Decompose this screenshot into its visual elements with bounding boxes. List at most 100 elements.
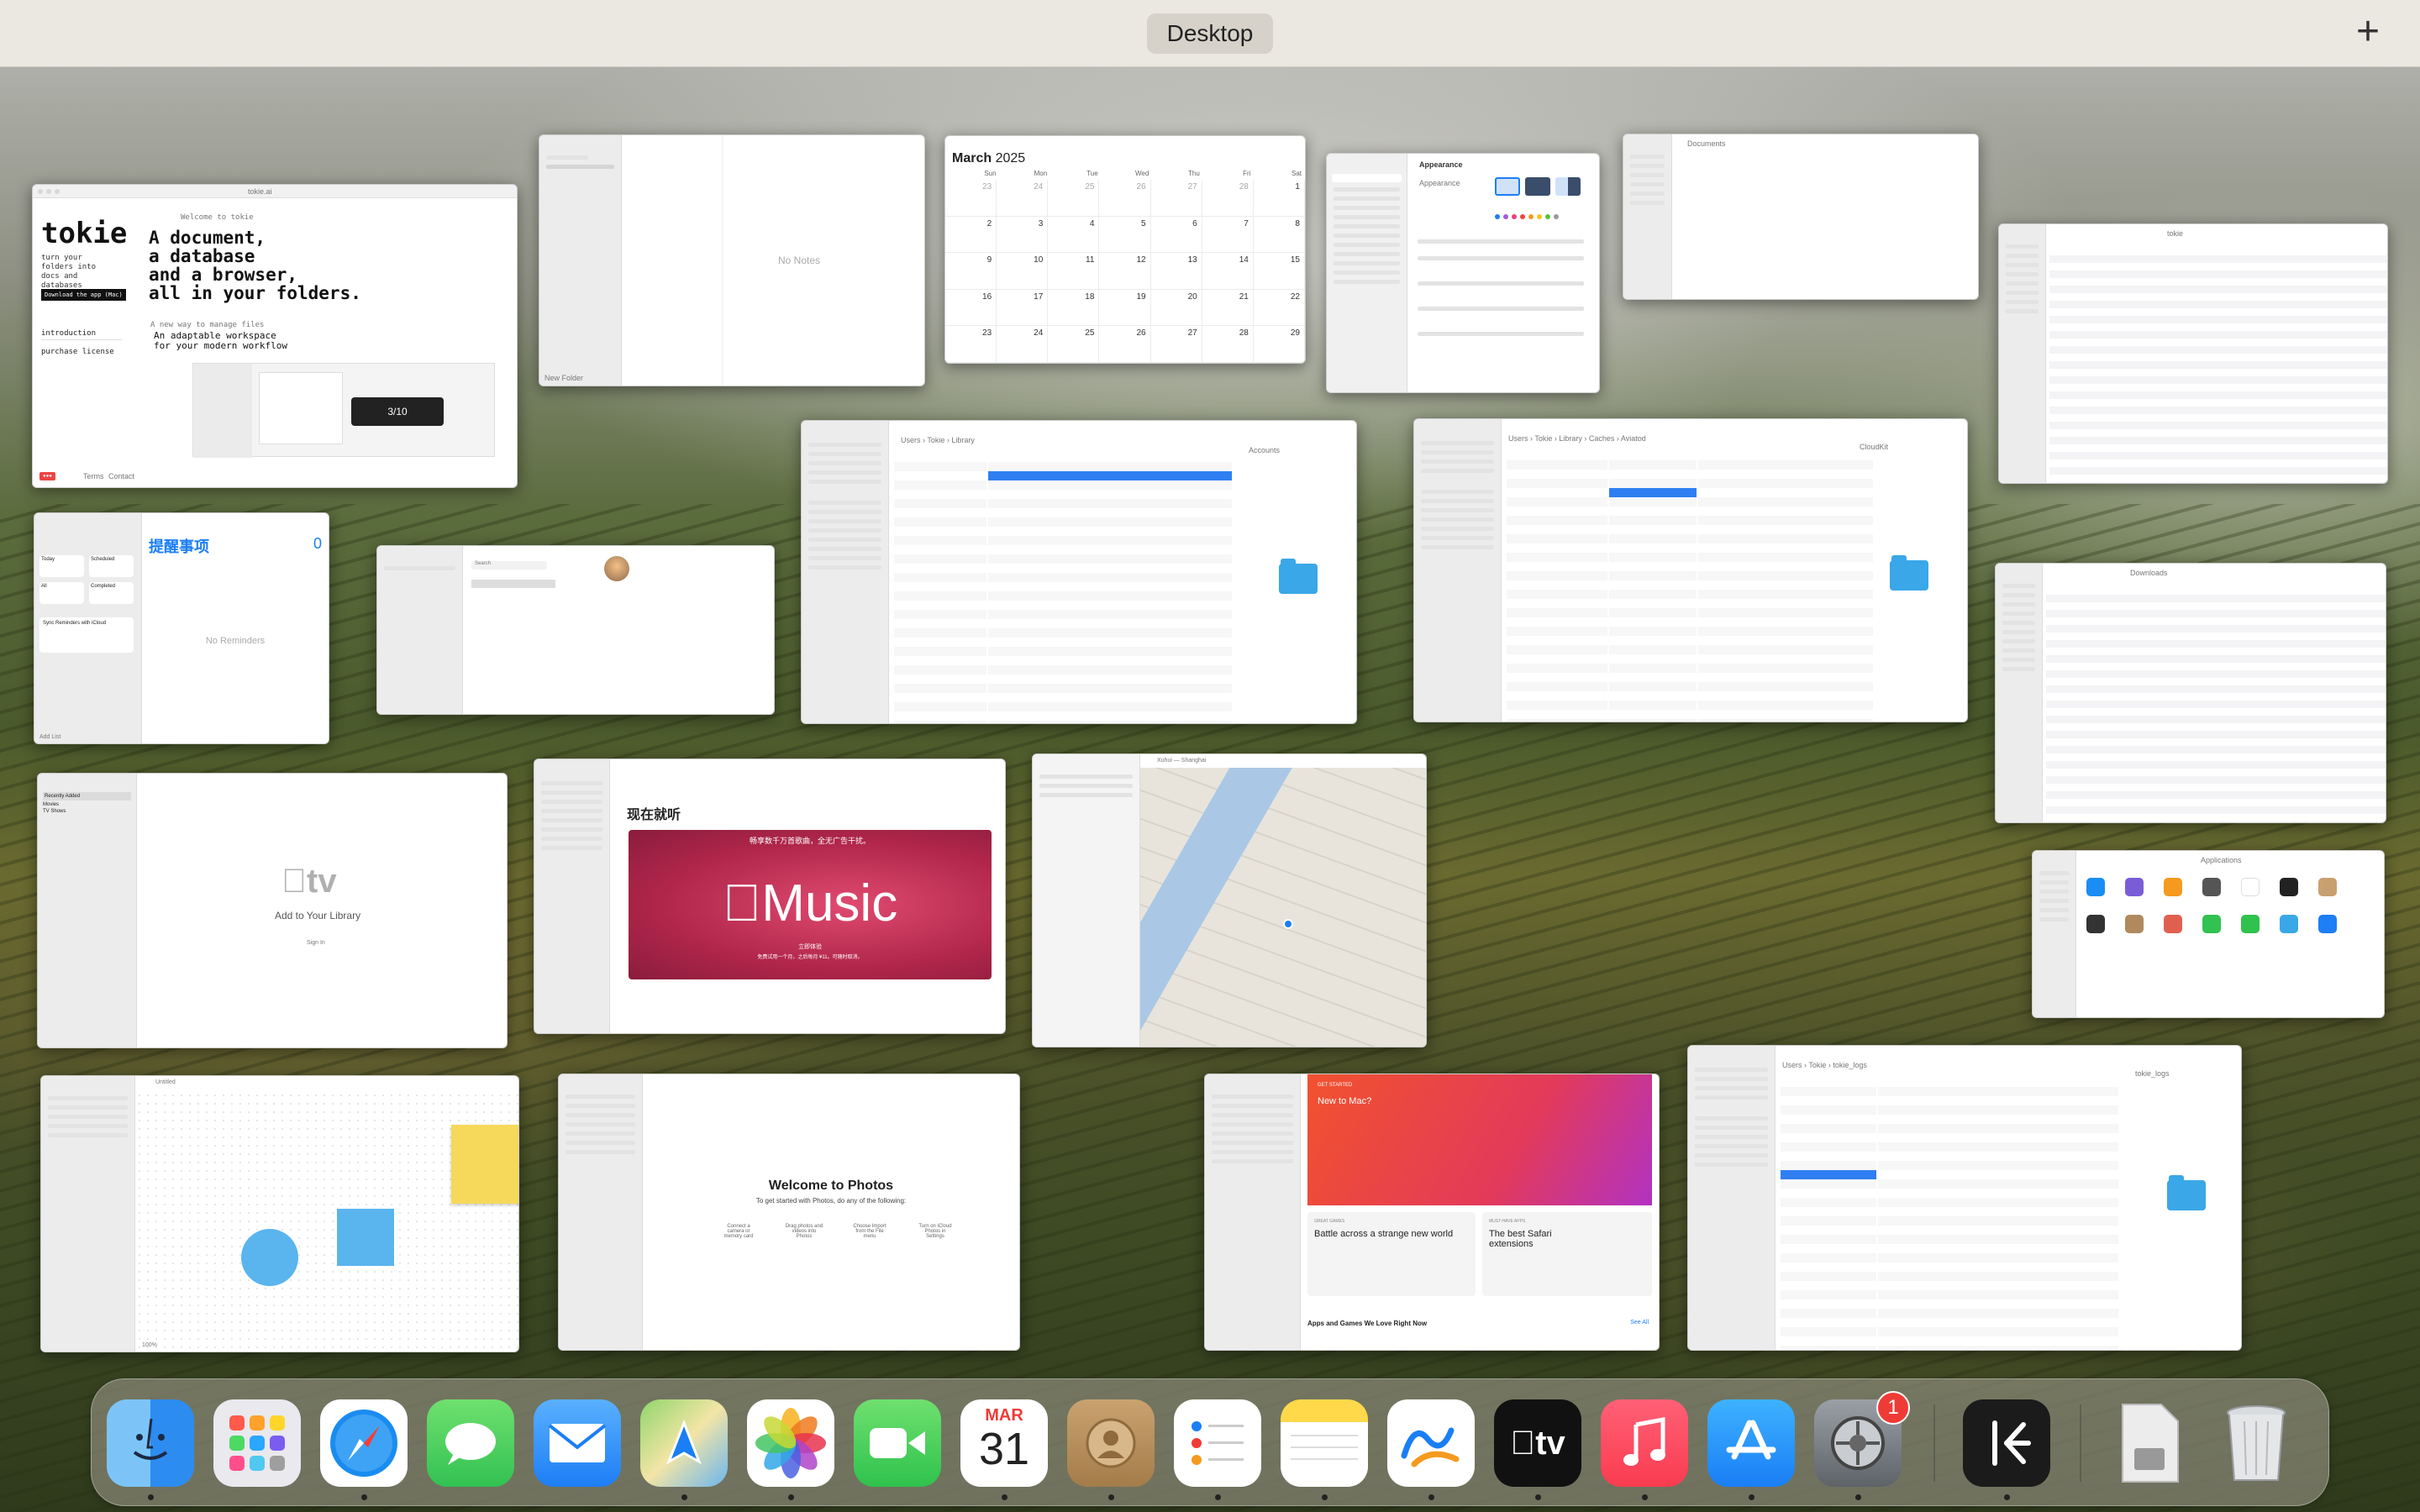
add-list-button[interactable]: Add List — [39, 734, 60, 740]
finder-column-2[interactable] — [988, 453, 1232, 723]
photos-icon[interactable] — [747, 1399, 834, 1487]
footer-terms[interactable]: Terms — [83, 472, 104, 480]
calendar-day-cell[interactable]: 21 — [1202, 289, 1254, 327]
calendar-day-cell[interactable]: 2 — [945, 216, 997, 254]
freeform-canvas[interactable] — [135, 1091, 518, 1352]
downloads-file-list[interactable] — [2046, 587, 2386, 822]
calendar-day-cell[interactable]: 23 — [945, 180, 997, 217]
calendar-day-cell[interactable]: 29 — [1253, 326, 1305, 363]
finder-column-1[interactable] — [1781, 1078, 1876, 1350]
safari-icon[interactable] — [320, 1399, 408, 1487]
notes-icon[interactable] — [1281, 1399, 1368, 1487]
finder-column-1[interactable] — [894, 453, 986, 723]
calendar-day-cell[interactable]: 26 — [1099, 326, 1151, 363]
window-calendar[interactable]: March 2025 Sun Mon Tue Wed Thu Fri Sat 23 24 25 2… — [944, 135, 1306, 364]
tokie-icon[interactable] — [1963, 1399, 2050, 1487]
calendar-day-cell[interactable]: 20 — [1150, 289, 1202, 327]
finder-column-2[interactable] — [1878, 1078, 2118, 1350]
calendar-icon[interactable]: MAR 31 — [960, 1399, 1048, 1487]
desktop-space-button[interactable]: Desktop — [1147, 13, 1273, 54]
window-downloads[interactable]: Downloads — [1995, 563, 2386, 823]
window-finder-cloudkit[interactable]: Users › Tokie › Library › Caches › Aviat… — [1413, 418, 1968, 722]
new-folder-button[interactable]: New Folder — [544, 374, 583, 382]
window-documents[interactable]: Documents — [1623, 134, 1979, 300]
calendar-day-cell[interactable]: 25 — [1048, 180, 1100, 217]
calendar-day-cell[interactable]: 19 — [1099, 289, 1151, 327]
window-finder-tokie-logs[interactable]: Users › Tokie › tokie_logs tokie_logs — [1687, 1045, 2242, 1351]
finder-column-2[interactable] — [1609, 451, 1697, 722]
calendar-day-cell[interactable]: 23 — [945, 326, 997, 363]
calendar-day-cell[interactable]: 7 — [1202, 216, 1254, 254]
contacts-search[interactable]: Search — [471, 561, 547, 570]
mail-icon[interactable] — [534, 1399, 621, 1487]
reminders-icon[interactable] — [1174, 1399, 1261, 1487]
window-apple-tv[interactable]: Recently Added Movies TV Shows tv Add t… — [37, 773, 508, 1048]
calendar-day-cell[interactable]: 11 — [1048, 253, 1100, 290]
calendar-day-cell[interactable]: 26 — [1099, 180, 1151, 217]
calendar-day-cell[interactable]: 25 — [1048, 326, 1100, 363]
calendar-day-cell[interactable]: 24 — [997, 180, 1049, 217]
footer-contact[interactable]: Contact — [108, 472, 134, 480]
facetime-icon[interactable] — [854, 1399, 941, 1487]
window-finder-accounts[interactable]: Users › Tokie › Library Accounts — [801, 420, 1357, 724]
freeform-icon[interactable] — [1387, 1399, 1475, 1487]
finder-column-3[interactable] — [1698, 451, 1873, 722]
calendar-day-cell[interactable]: 3 — [997, 216, 1049, 254]
maps-icon[interactable] — [640, 1399, 728, 1487]
calendar-day-cell[interactable]: 8 — [1253, 216, 1305, 254]
window-maps[interactable]: Xuhui — Shanghai — [1032, 753, 1427, 1047]
download-button[interactable]: Download the app (Mac) — [41, 289, 126, 301]
window-photos[interactable]: Welcome to Photos To get started with Ph… — [558, 1074, 1020, 1351]
window-finder-tokie[interactable]: tokie — [1998, 223, 2388, 484]
appstore-hero[interactable]: GET STARTED New to Mac? — [1307, 1074, 1652, 1205]
contacts-icon[interactable] — [1067, 1399, 1155, 1487]
app-store-icon[interactable] — [1707, 1399, 1795, 1487]
window-notes[interactable]: New Folder No Notes — [539, 134, 925, 386]
tv-icon[interactable]: tv — [1494, 1399, 1581, 1487]
window-reminders[interactable]: Today Scheduled All Completed Sync Remin… — [34, 512, 329, 744]
calendar-day-cell[interactable]: 14 — [1202, 253, 1254, 290]
music-icon[interactable] — [1601, 1399, 1688, 1487]
finder-icon[interactable] — [107, 1399, 194, 1487]
url-field[interactable]: tokie.ai — [248, 187, 272, 196]
tv-signin-link[interactable]: Sign In — [307, 940, 325, 946]
trash-icon[interactable] — [2212, 1399, 2300, 1487]
calendar-day-cell[interactable]: 10 — [997, 253, 1049, 290]
calendar-day-cell[interactable]: 9 — [945, 253, 997, 290]
window-freeform[interactable]: Untitled 100% — [40, 1075, 519, 1352]
downloads-stack-icon[interactable] — [2106, 1399, 2193, 1487]
shape-circle[interactable] — [241, 1229, 298, 1286]
window-music[interactable]: 现在就听 畅享数千万首歌曲，全无广告干扰。 Music 立即体验 免费试用一个… — [534, 759, 1006, 1034]
messages-icon[interactable] — [427, 1399, 514, 1487]
calendar-day-cell[interactable]: 18 — [1048, 289, 1100, 327]
appearance-options[interactable] — [1495, 177, 1581, 196]
finder-file-list[interactable] — [2049, 248, 2387, 483]
accent-colors[interactable] — [1495, 214, 1559, 219]
window-contacts[interactable]: Search — [376, 545, 775, 715]
nav-purchase-license[interactable]: purchase license — [41, 348, 114, 356]
window-system-settings[interactable]: Appearance Appearance — [1326, 153, 1600, 393]
calendar-day-cell[interactable]: 12 — [1099, 253, 1151, 290]
appstore-card-safari[interactable]: MUST-HAVE APPS The best Safari extension… — [1482, 1212, 1652, 1296]
window-app-store[interactable]: GET STARTED New to Mac? GREAT GAMES Batt… — [1204, 1074, 1660, 1351]
map-canvas[interactable] — [1140, 768, 1426, 1047]
add-space-button[interactable]: + — [2348, 12, 2388, 54]
appstore-card-games[interactable]: GREAT GAMES Battle across a strange new … — [1307, 1212, 1476, 1296]
zoom-level[interactable]: 100% — [142, 1342, 157, 1348]
music-banner[interactable]: 畅享数千万首歌曲，全无广告干扰。 Music 立即体验 免费试用一个月，之后每… — [629, 830, 992, 979]
calendar-day-cell[interactable]: 4 — [1048, 216, 1100, 254]
calendar-day-cell[interactable]: 5 — [1099, 216, 1151, 254]
appstore-see-all[interactable]: See All — [1630, 1320, 1649, 1326]
calendar-day-cell[interactable]: 16 — [945, 289, 997, 327]
finder-column-1[interactable] — [1507, 451, 1607, 722]
window-tokie-safari[interactable]: tokie.ai Welcome to tokie tokie turn you… — [32, 184, 518, 488]
applications-grid[interactable] — [2086, 878, 2337, 933]
launchpad-icon[interactable] — [213, 1399, 301, 1487]
calendar-day-cell[interactable]: 13 — [1150, 253, 1202, 290]
calendar-day-cell[interactable]: 24 — [997, 326, 1049, 363]
calendar-day-cell[interactable]: 22 — [1253, 289, 1305, 327]
calendar-day-cell[interactable]: 28 — [1202, 180, 1254, 217]
shape-square[interactable] — [337, 1209, 394, 1266]
nav-introduction[interactable]: introduction — [41, 329, 122, 340]
calendar-day-cell[interactable]: 6 — [1150, 216, 1202, 254]
